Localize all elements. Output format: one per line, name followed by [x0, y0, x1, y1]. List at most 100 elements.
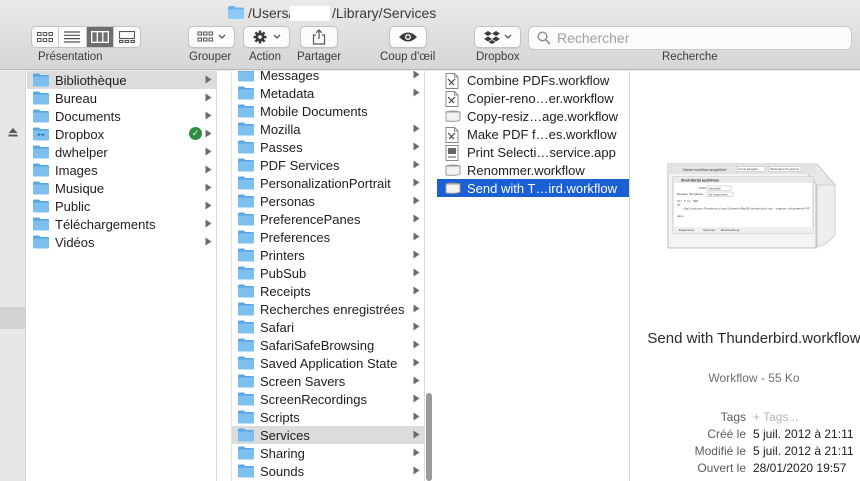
home-folder-item[interactable]: Public [27, 197, 216, 215]
folder-icon [238, 464, 254, 478]
library-folder-item[interactable]: PreferencePanes [232, 210, 424, 228]
view-mode-control[interactable] [31, 26, 141, 48]
folder-icon [238, 71, 254, 82]
service-file-item[interactable]: Send with T…ird.workflow [437, 179, 629, 197]
library-folder-item-label: PreferencePanes [260, 211, 361, 227]
home-folder-item-label: Vidéos [55, 234, 95, 250]
chevron-right-icon [205, 237, 212, 246]
library-folder-item[interactable]: PDF Services [232, 156, 424, 174]
column-library[interactable]: Messages Metadata Mobile Documents Mozilla P… [232, 71, 425, 481]
home-folder-item[interactable]: Musique [27, 179, 216, 197]
library-folder-item[interactable]: Saved Application State [232, 354, 424, 372]
dropbox-button[interactable] [474, 26, 521, 48]
library-folder-item[interactable]: Mobile Documents [232, 102, 424, 120]
library-folder-item-label: Mozilla [260, 121, 301, 137]
workflow-plain-icon [445, 181, 461, 195]
home-folder-item[interactable]: Images [27, 161, 216, 179]
library-folder-item[interactable]: Receipts [232, 282, 424, 300]
home-folder-item[interactable]: Dropbox ✓ [27, 125, 216, 143]
list-view-button[interactable] [59, 27, 87, 47]
service-file-item[interactable]: Combine PDFs.workflow [437, 71, 629, 89]
preview-file-kind: Workflow - 55 Ko [708, 371, 800, 385]
service-file-item[interactable]: Copy-resiz…age.workflow [437, 107, 629, 125]
preview-file-name-text: Send with Thunderbird.workflow [647, 330, 860, 347]
thumb-field-a: Keine Eingabe [739, 167, 759, 171]
home-folder-item[interactable]: Documents [27, 107, 216, 125]
home-folder-item[interactable]: Bibliothèque [27, 71, 216, 89]
folder-icon [238, 302, 254, 316]
column-divider[interactable] [217, 71, 232, 481]
chevron-right-icon [413, 160, 420, 169]
library-folder-item[interactable]: Services [232, 426, 424, 444]
action-button[interactable] [243, 26, 290, 48]
folder-icon [238, 212, 254, 226]
library-folder-item[interactable]: Passes [232, 138, 424, 156]
service-file-item[interactable]: Make PDF f…es.workflow [437, 125, 629, 143]
redacted-username [290, 6, 330, 21]
library-folder-item-label: Printers [260, 247, 305, 263]
folder-icon [238, 86, 254, 100]
service-file-item[interactable]: Copier-reno…er.workflow [437, 89, 629, 107]
folder-icon [238, 284, 254, 298]
library-folder-item[interactable]: SafariSafeBrowsing [232, 336, 424, 354]
service-file-item[interactable]: Print Selecti…service.app [437, 143, 629, 161]
group-button[interactable] [188, 26, 235, 48]
folder-icon [238, 248, 254, 262]
search-input[interactable] [557, 30, 837, 46]
library-folder-item[interactable]: PubSub [232, 264, 424, 282]
gallery-view-button[interactable] [114, 27, 140, 47]
service-file-item-label: Make PDF f…es.workflow [467, 126, 617, 142]
chevron-right-icon [413, 124, 420, 133]
home-folder-item[interactable]: Téléchargements [27, 215, 216, 233]
library-folder-item[interactable]: Mozilla [232, 120, 424, 138]
library-folder-item[interactable]: Printers [232, 246, 424, 264]
library-folder-item[interactable]: Scripts [232, 408, 424, 426]
library-folder-item[interactable]: PersonalizationPortrait [232, 174, 424, 192]
library-folder-item[interactable]: Recherches enregistrées [232, 300, 424, 318]
meta-modified-key: Modifié le [694, 444, 746, 458]
chevron-right-icon [205, 147, 212, 156]
icon-view-button[interactable] [32, 27, 60, 47]
library-folder-item[interactable]: Preferences [232, 228, 424, 246]
service-file-item[interactable]: Renommer.workflow [437, 161, 629, 179]
library-folder-item[interactable]: Personas [232, 192, 424, 210]
workflow-doc-icon [445, 127, 461, 143]
library-folder-item[interactable]: Sounds [232, 462, 424, 480]
home-folder-item[interactable]: Bureau [27, 89, 216, 107]
library-folder-item[interactable]: Sharing [232, 444, 424, 462]
window-title: /Users/ /Library/Services [0, 4, 860, 22]
library-folder-item[interactable]: Screen Savers [232, 372, 424, 390]
column-services[interactable]: Combine PDFs.workflow Copier-reno…er.work… [437, 71, 630, 481]
folder-icon [33, 109, 49, 123]
folder-icon [238, 176, 254, 190]
column-home[interactable]: Bibliothèque Bureau Documents Dropbox ✓ dwhel… [27, 71, 217, 481]
chevron-right-icon [413, 250, 420, 259]
column-view-button[interactable] [86, 27, 114, 47]
service-file-item-label: Print Selecti…service.app [467, 144, 616, 160]
chevron-right-icon [413, 430, 420, 439]
gear-icon [253, 30, 280, 44]
library-folder-item-label: PubSub [260, 265, 307, 281]
home-folder-item[interactable]: Vidéos [27, 233, 216, 251]
meta-created-key: Créé le [707, 427, 746, 441]
thumb-shell-label: Shell: [699, 186, 707, 190]
library-folder-item[interactable]: Metadata [232, 84, 424, 102]
home-folder-item-label: Bureau [55, 90, 97, 106]
library-folder-item-label: Messages [260, 71, 320, 83]
library-folder-item[interactable]: Safari [232, 318, 424, 336]
tags-add-field[interactable]: + Tags... [753, 410, 798, 424]
home-folder-item[interactable]: dwhelper [27, 143, 216, 161]
column-scrollbar[interactable] [426, 393, 432, 481]
preview-file-name: Send with Thunderbird.workflow [641, 329, 860, 348]
search-field[interactable] [528, 26, 852, 50]
title-path-prefix: /Users/ [248, 5, 293, 21]
library-folder-item[interactable]: ScreenRecordings [232, 390, 424, 408]
library-folder-item[interactable]: Messages [232, 71, 424, 84]
workflow-plain-icon [445, 163, 461, 177]
eject-icon[interactable] [8, 127, 18, 137]
quicklook-button[interactable] [389, 26, 427, 48]
library-folder-item-label: Screen Savers [260, 373, 346, 389]
folder-icon [33, 181, 49, 195]
share-button[interactable] [300, 26, 338, 48]
library-folder-item-label: Sharing [260, 445, 305, 461]
